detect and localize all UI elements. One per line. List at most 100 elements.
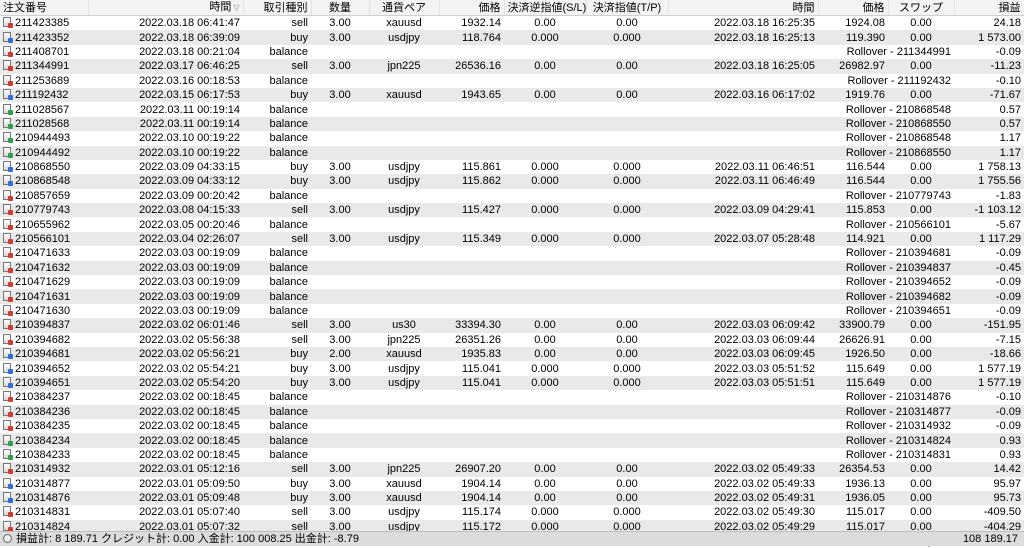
cell-close-price: 115.649 (818, 361, 888, 375)
cell-order: 210944493 (0, 131, 88, 145)
cell-order: 210394651 (0, 376, 88, 390)
table-row[interactable]: 2109444932022.03.10 00:19:22balanceRollo… (0, 131, 1024, 145)
cell-tp: 0.000 (586, 361, 668, 375)
cell-open-price: 115.862 (439, 174, 504, 188)
table-row[interactable]: 2103946822022.03.02 05:56:38sell3.00jpn2… (0, 333, 1024, 347)
table-row[interactable]: 2103148312022.03.01 05:07:40sell3.00usdj… (0, 505, 1024, 519)
table-row[interactable]: 2106559622022.03.05 00:20:46balanceRollo… (0, 217, 1024, 231)
cell-volume: 3.00 (311, 361, 369, 375)
table-row[interactable]: 2103946522022.03.02 05:54:21buy3.00usdjp… (0, 361, 1024, 375)
col-tp[interactable]: 決済指値(T/P) (586, 0, 668, 16)
table-row[interactable]: 2108685482022.03.09 04:33:12buy3.00usdjp… (0, 174, 1024, 188)
cell-comment: Rollover - 210779743 (311, 189, 954, 203)
table-row[interactable]: 2103148772022.03.01 05:09:50buy3.00xauus… (0, 477, 1024, 491)
cell-sl: 0.00 (504, 16, 586, 31)
cell-profit: 95.73 (954, 491, 1024, 505)
cell-type: sell (243, 462, 311, 476)
col-profit[interactable]: 損益 (954, 0, 1024, 16)
cell-sl: 0.00 (504, 347, 586, 361)
cell-tp: 0.00 (586, 318, 668, 332)
col-close-price[interactable]: 価格 (818, 0, 888, 16)
table-row[interactable]: 2103842372022.03.02 00:18:45balanceRollo… (0, 390, 1024, 404)
col-type[interactable]: 取引種別 (243, 0, 311, 16)
cell-sl: 0.00 (504, 333, 586, 347)
cell-close-time: 2022.03.02 05:49:30 (668, 505, 818, 519)
table-row[interactable]: 2105661012022.03.04 02:26:07sell3.00usdj… (0, 232, 1024, 246)
cell-swap: 0.00 (888, 203, 954, 217)
order-number: 210868550 (15, 161, 70, 173)
table-row[interactable]: 2104716322022.03.03 00:19:09balanceRollo… (0, 261, 1024, 275)
cell-volume: 3.00 (311, 333, 369, 347)
table-row[interactable]: 2114233522022.03.18 06:39:09buy3.00usdjp… (0, 30, 1024, 44)
table-row[interactable]: 2110285672022.03.11 00:19:14balanceRollo… (0, 102, 1024, 116)
table-row[interactable]: 2103948372022.03.02 06:01:46sell3.00us30… (0, 318, 1024, 332)
cell-open-time: 2022.03.02 05:54:21 (88, 361, 243, 375)
cell-close-time: 2022.03.03 06:09:45 (668, 347, 818, 361)
order-number: 210314831 (15, 506, 70, 518)
table-row[interactable]: 2112536892022.03.16 00:18:53balanceRollo… (0, 74, 1024, 88)
cell-order: 211423352 (0, 30, 88, 44)
balance-icon (3, 247, 11, 257)
cell-sl: 0.00 (504, 88, 586, 102)
order-number: 210394837 (15, 319, 70, 331)
cell-order: 210471629 (0, 275, 88, 289)
cell-sl: 0.000 (504, 361, 586, 375)
table-row[interactable]: 2103842342022.03.02 00:18:45balanceRollo… (0, 433, 1024, 447)
table-row[interactable]: 2103946812022.03.02 05:56:21buy2.00xauus… (0, 347, 1024, 361)
cell-order: 210384235 (0, 419, 88, 433)
table-row[interactable]: 2103842332022.03.02 00:18:45balanceRollo… (0, 448, 1024, 462)
cell-open-price: 115.041 (439, 361, 504, 375)
table-row[interactable]: 2109444922022.03.10 00:19:22balanceRollo… (0, 146, 1024, 160)
col-open-time[interactable]: 時間▽ (88, 0, 243, 16)
table-row[interactable]: 2114087012022.03.18 00:21:04balanceRollo… (0, 45, 1024, 59)
col-close-time[interactable]: 時間 (668, 0, 818, 16)
cell-sl: 0.000 (504, 160, 586, 174)
table-row[interactable]: 2103842352022.03.02 00:18:45balanceRollo… (0, 419, 1024, 433)
col-swap[interactable]: スワップ (888, 0, 954, 16)
cell-type: buy (243, 491, 311, 505)
table-row[interactable]: 2104716312022.03.03 00:19:09balanceRollo… (0, 289, 1024, 303)
col-volume[interactable]: 数量 (311, 0, 369, 16)
cell-open-time: 2022.03.02 05:56:21 (88, 347, 243, 361)
cell-order: 210471631 (0, 289, 88, 303)
col-symbol[interactable]: 通貨ペア (369, 0, 439, 16)
cell-volume: 3.00 (311, 203, 369, 217)
cell-type: sell (243, 333, 311, 347)
cell-comment: Rollover - 210314831 (311, 448, 954, 462)
table-row[interactable]: 2104716302022.03.03 00:19:09balanceRollo… (0, 304, 1024, 318)
cell-volume: 3.00 (311, 477, 369, 491)
table-row[interactable]: 2104716292022.03.03 00:19:09balanceRollo… (0, 275, 1024, 289)
cell-order: 210314877 (0, 477, 88, 491)
col-open-price[interactable]: 価格 (439, 0, 504, 16)
table-row[interactable]: 2114233852022.03.18 06:41:47sell3.00xauu… (0, 16, 1024, 31)
table-row[interactable]: 2107797432022.03.08 04:15:33sell3.00usdj… (0, 203, 1024, 217)
cell-open-time: 2022.03.18 06:39:09 (88, 30, 243, 44)
table-row[interactable]: 2103842362022.03.02 00:18:45balanceRollo… (0, 405, 1024, 419)
cell-open-time: 2022.03.09 04:33:15 (88, 160, 243, 174)
table-row[interactable]: 2108576592022.03.09 00:20:42balanceRollo… (0, 189, 1024, 203)
cell-swap: 0.00 (888, 174, 954, 188)
table-row[interactable]: 2108685502022.03.09 04:33:15buy3.00usdjp… (0, 160, 1024, 174)
cell-type: balance (243, 275, 311, 289)
table-row[interactable]: 2103946512022.03.02 05:54:20buy3.00usdjp… (0, 376, 1024, 390)
order-number: 211028568 (15, 118, 69, 130)
cell-type: balance (243, 304, 311, 318)
table-row[interactable]: 2110285682022.03.11 00:19:14balanceRollo… (0, 117, 1024, 131)
cell-close-price: 115.017 (818, 505, 888, 519)
cell-tp: 0.00 (586, 491, 668, 505)
table-row[interactable]: 2113449912022.03.17 06:46:25sell3.00jpn2… (0, 59, 1024, 73)
col-order[interactable]: 注文番号 (0, 0, 88, 16)
cell-order: 211344991 (0, 59, 88, 73)
table-row[interactable]: 2103149322022.03.01 05:12:16sell3.00jpn2… (0, 462, 1024, 476)
order-number: 210384235 (15, 420, 70, 432)
order-number: 210944492 (15, 147, 70, 159)
order-number: 210384234 (15, 435, 70, 447)
table-row[interactable]: 2104716332022.03.03 00:19:09balanceRollo… (0, 246, 1024, 260)
table-row[interactable]: 2111924322022.03.15 06:17:53buy3.00xauus… (0, 88, 1024, 102)
table-row[interactable]: 2103148762022.03.01 05:09:48buy3.00xauus… (0, 491, 1024, 505)
col-sl[interactable]: 決済逆指値(S/L) (504, 0, 586, 16)
cell-type: buy (243, 347, 311, 361)
order-number: 210857659 (15, 190, 70, 202)
cell-close-time: 2022.03.11 06:46:51 (668, 160, 818, 174)
cell-swap: 0.00 (888, 232, 954, 246)
